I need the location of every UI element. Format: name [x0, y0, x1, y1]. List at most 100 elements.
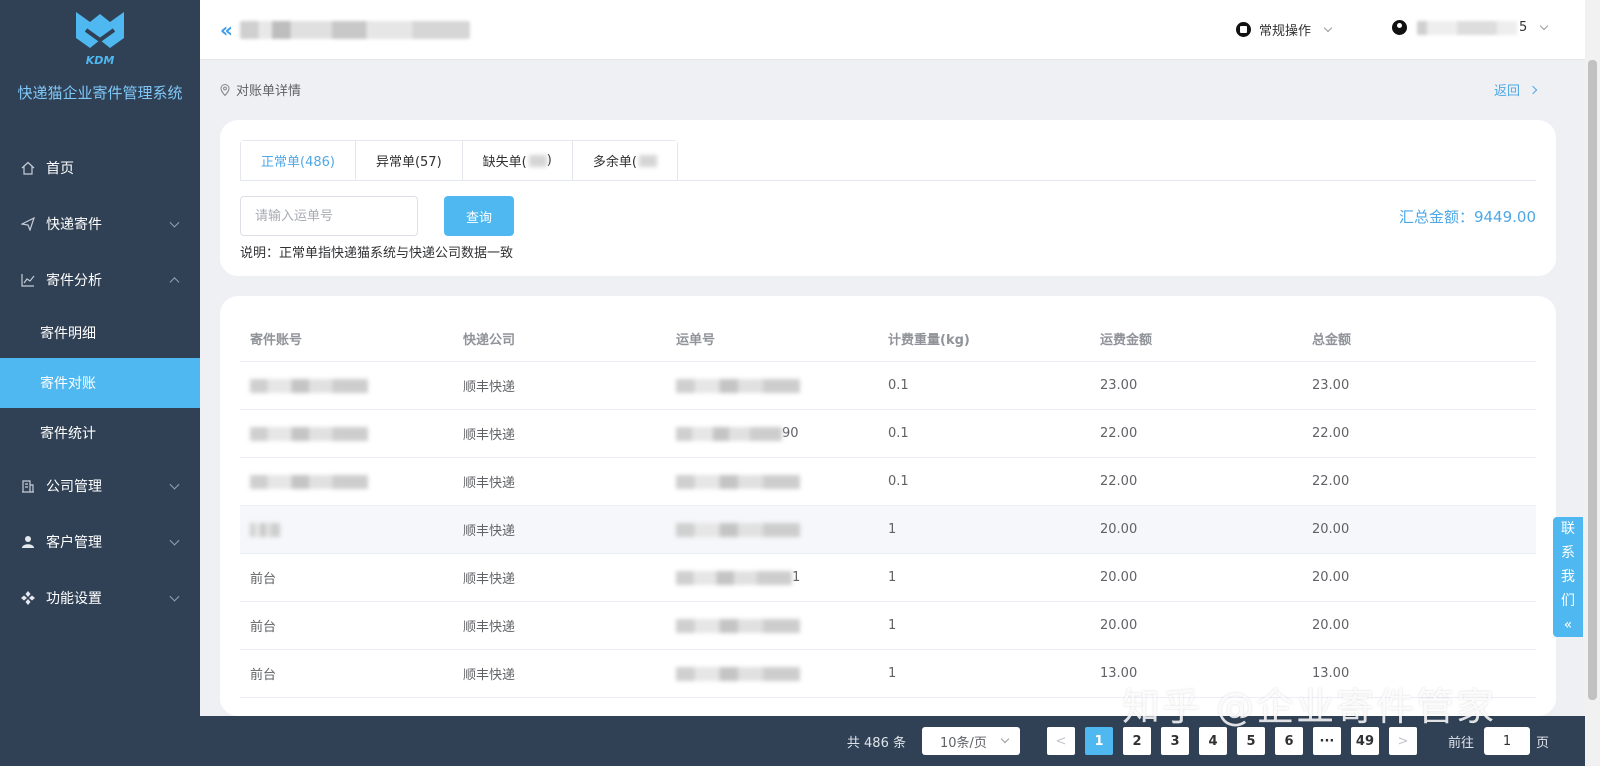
prev-page-button[interactable]: <: [1046, 727, 1075, 755]
chevron-down-icon: [1323, 23, 1333, 32]
waybill-suffix: 1: [792, 570, 801, 585]
svg-text:KDM: KDM: [86, 54, 115, 67]
account-cell: [240, 378, 453, 393]
back-button[interactable]: 返回: [1494, 80, 1538, 99]
table-row[interactable]: 顺丰快递 0.1 22.00 22.00: [240, 458, 1536, 506]
page-button[interactable]: 1: [1084, 727, 1113, 755]
total-cell: 22.00: [1312, 426, 1350, 441]
page-button[interactable]: 49: [1350, 727, 1379, 755]
sidebar-subitem-send-reconcile[interactable]: 寄件对账: [0, 358, 200, 408]
sidebar-subitem-send-stats[interactable]: 寄件统计: [0, 408, 200, 458]
company-title-redacted: [240, 21, 470, 39]
sidebar-item-label: 快递寄件: [46, 217, 102, 233]
waybill-search-input[interactable]: [240, 196, 418, 236]
sidebar-item-express-send[interactable]: 快递寄件: [0, 196, 200, 252]
chevron-down-icon: [169, 591, 180, 602]
more-pages-button[interactable]: ···: [1312, 727, 1341, 755]
waybill-redacted: [676, 522, 800, 537]
weight-cell: 0.1: [888, 426, 909, 441]
table-row[interactable]: 顺丰快递 0.1 23.00 23.00: [240, 362, 1536, 410]
column-header: 运单号: [676, 333, 716, 348]
tab-label: 正常单(486): [261, 154, 335, 170]
app-name: 快递猫企业寄件管理系统: [17, 84, 183, 102]
query-button[interactable]: 查询: [444, 196, 514, 236]
contact-char: 们: [1561, 593, 1575, 609]
weight-cell: 1: [888, 618, 897, 633]
back-label: 返回: [1494, 84, 1521, 99]
page-button[interactable]: 4: [1198, 727, 1227, 755]
collapse-sidebar-icon[interactable]: «: [220, 18, 233, 42]
chevron-right-icon: [1528, 85, 1538, 94]
chevron-up-icon: [169, 277, 180, 288]
waybill-redacted: [676, 426, 782, 441]
tabs-divider: [240, 180, 1536, 181]
sidebar-subitem-label: 寄件明细: [40, 326, 96, 342]
user-avatar-icon: [1392, 20, 1407, 35]
tab-extra-orders[interactable]: 多余单(: [572, 141, 677, 180]
weight-cell: 1: [888, 666, 897, 681]
table-header-row: 寄件账号 快递公司 运单号 计费重量(kg) 运费金额 总金额: [240, 316, 1536, 362]
waybill-redacted: [676, 666, 800, 681]
waybill-redacted: [676, 570, 792, 585]
account-cell: [240, 426, 453, 441]
building-icon: [20, 478, 36, 494]
account-redacted: [250, 426, 368, 441]
tab-missing-orders[interactable]: 缺失单(): [462, 141, 573, 180]
tab-abnormal-orders[interactable]: 异常单(57): [355, 141, 463, 180]
breadcrumb: 对账单详情: [220, 80, 301, 99]
chevron-down-icon: [169, 217, 180, 228]
sidebar-item-settings[interactable]: 功能设置: [0, 570, 200, 626]
sidebar-item-label: 寄件分析: [46, 273, 102, 289]
sidebar-item-customer[interactable]: 客户管理: [0, 514, 200, 570]
next-page-button[interactable]: >: [1388, 727, 1417, 755]
column-header: 寄件账号: [250, 333, 303, 348]
total-cell: 23.00: [1312, 378, 1350, 393]
waybill-cell: [666, 666, 878, 681]
company-cell: 顺丰快递: [463, 428, 516, 443]
waybill-cell: [666, 378, 878, 393]
chevron-down-icon: [1540, 21, 1549, 30]
waybill-redacted: [676, 474, 800, 489]
count-redacted: [638, 154, 657, 167]
page-size-select[interactable]: 10条/页: [921, 727, 1020, 755]
company-cell: 顺丰快递: [463, 572, 516, 587]
goto-page-input[interactable]: [1483, 727, 1530, 755]
sidebar-item-label: 首页: [46, 161, 74, 177]
page-button[interactable]: 2: [1122, 727, 1151, 755]
table-row[interactable]: 顺丰快递 90 0.1 22.00 22.00: [240, 410, 1536, 458]
account-redacted: [250, 474, 368, 489]
waybill-redacted: [676, 378, 800, 393]
chart-icon: [20, 272, 36, 288]
description-note: 说明：正常单指快递猫系统与快递公司数据一致: [240, 246, 514, 261]
sidebar-item-send-analysis[interactable]: 寄件分析: [0, 252, 200, 308]
user-menu[interactable]: 5: [1392, 20, 1549, 35]
weight-cell: 0.1: [888, 474, 909, 489]
sidebar-item-home[interactable]: 首页: [0, 140, 200, 196]
regular-operations-dropdown[interactable]: 常规操作: [1236, 20, 1333, 39]
tab-normal-orders[interactable]: 正常单(486): [241, 141, 356, 180]
sidebar: KDM 快递猫企业寄件管理系统 首页 快递寄件 寄件分析 寄件明细 寄件对账 寄…: [0, 0, 200, 766]
page-button[interactable]: 6: [1274, 727, 1303, 755]
sidebar-subitem-send-detail[interactable]: 寄件明细: [0, 308, 200, 358]
sidebar-menu: 首页 快递寄件 寄件分析 寄件明细 寄件对账 寄件统计 公司管理 客户管理 功能…: [0, 140, 200, 626]
username-suffix: 5: [1519, 20, 1528, 35]
contact-us-float-button[interactable]: 联 系 我 们 «: [1553, 517, 1583, 637]
tab-label: 多余单(: [592, 155, 637, 170]
table-row[interactable]: 顺丰快递 1 20.00 20.00: [240, 506, 1536, 554]
page-scrollbar[interactable]: [1585, 0, 1600, 766]
total-cell: 20.00: [1312, 522, 1350, 537]
count-redacted: [528, 154, 547, 167]
page-button[interactable]: 3: [1160, 727, 1189, 755]
sidebar-subitem-label: 寄件对账: [40, 376, 96, 392]
account-cell: 前台: [250, 620, 277, 635]
company-cell: 顺丰快递: [463, 476, 516, 491]
scrollbar-thumb[interactable]: [1588, 60, 1597, 700]
contact-char: 系: [1561, 545, 1575, 561]
page-button[interactable]: 5: [1236, 727, 1265, 755]
chevron-down-icon: [169, 479, 180, 490]
table-row[interactable]: 前台 顺丰快递 1 1 20.00 20.00: [240, 554, 1536, 602]
sidebar-item-company[interactable]: 公司管理: [0, 458, 200, 514]
freight-cell: 20.00: [1100, 618, 1138, 633]
column-header: 运费金额: [1100, 333, 1153, 348]
table-row[interactable]: 前台 顺丰快递 1 20.00 20.00: [240, 602, 1536, 650]
